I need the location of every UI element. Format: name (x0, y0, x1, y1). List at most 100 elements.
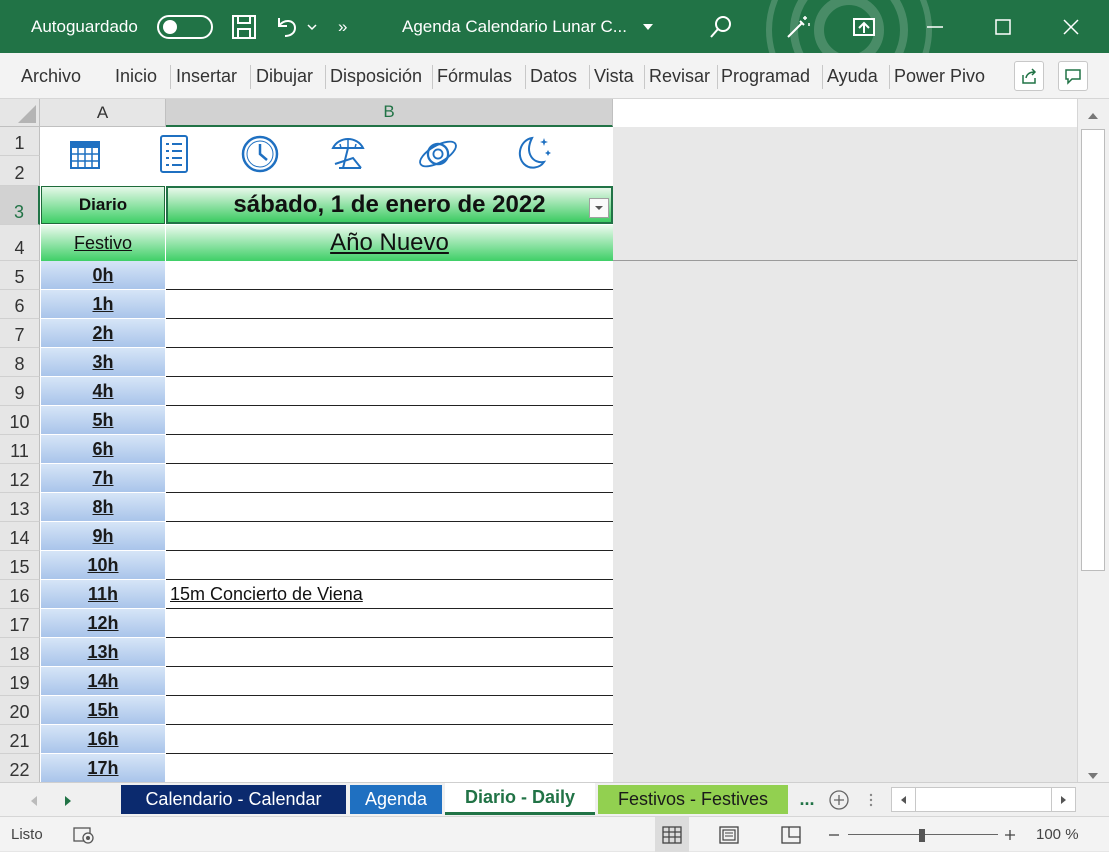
calendar-icon[interactable] (63, 132, 107, 176)
planet-icon[interactable] (416, 132, 460, 176)
hour-cell[interactable]: 5h (41, 406, 165, 435)
tabs-splitter-icon[interactable] (868, 792, 874, 813)
hour-cell[interactable]: 9h (41, 522, 165, 551)
beach-icon[interactable] (326, 132, 370, 176)
row-header[interactable]: 1 (0, 127, 40, 156)
tab-programador[interactable]: Programad (721, 53, 821, 99)
hour-cell[interactable]: 8h (41, 493, 165, 522)
sheet-tab-agenda[interactable]: Agenda (350, 785, 442, 814)
tab-datos[interactable]: Datos (530, 53, 586, 99)
entry-cell[interactable] (166, 725, 613, 754)
entry-cell[interactable] (166, 754, 613, 782)
magic-wand-icon[interactable] (784, 0, 812, 53)
tab-power-pivot[interactable]: Power Pivo (894, 53, 990, 99)
undo-icon[interactable] (273, 0, 301, 53)
document-title[interactable]: Agenda Calendario Lunar C... (402, 0, 627, 53)
scroll-thumb[interactable] (1081, 129, 1105, 571)
sheet-tab-diario[interactable]: Diario - Daily (445, 783, 595, 815)
date-selector-cell[interactable]: sábado, 1 de enero de 2022 (166, 186, 613, 224)
row-header[interactable]: 17 (0, 609, 40, 638)
entry-cell[interactable] (166, 406, 613, 435)
tab-ayuda[interactable]: Ayuda (827, 53, 887, 99)
hour-cell[interactable]: 13h (41, 638, 165, 667)
page-break-icon[interactable] (780, 817, 802, 852)
entry-cell[interactable] (166, 493, 613, 522)
entry-cell[interactable]: 15m Concierto de Viena (166, 580, 613, 609)
zoom-slider-thumb[interactable] (919, 828, 925, 842)
page-layout-icon[interactable] (718, 817, 740, 852)
diario-label[interactable]: Diario (41, 186, 165, 224)
clock-icon[interactable] (238, 132, 282, 176)
list-icon[interactable] (152, 132, 196, 176)
hour-cell[interactable]: 6h (41, 435, 165, 464)
title-dropdown-icon[interactable] (642, 0, 654, 53)
moon-stars-icon[interactable] (510, 132, 554, 176)
row-header[interactable]: 5 (0, 261, 40, 290)
holiday-name[interactable]: Año Nuevo (166, 225, 613, 261)
normal-view-icon[interactable] (655, 817, 689, 852)
comments-icon[interactable] (1058, 61, 1088, 91)
ribbon-display-icon[interactable] (852, 0, 876, 53)
tab-scroll-right-icon[interactable] (64, 794, 72, 812)
hour-cell[interactable]: 11h (41, 580, 165, 609)
row-header[interactable]: 2 (0, 156, 40, 186)
save-icon[interactable] (231, 0, 257, 53)
tab-archivo[interactable]: Archivo (21, 53, 93, 99)
entry-cell[interactable] (166, 290, 613, 319)
row-header[interactable]: 9 (0, 377, 40, 406)
hour-cell[interactable]: 7h (41, 464, 165, 493)
autosave-toggle[interactable] (157, 0, 213, 53)
row-header[interactable]: 11 (0, 435, 40, 464)
entry-cell[interactable] (166, 377, 613, 406)
hour-cell[interactable]: 15h (41, 696, 165, 725)
date-dropdown-icon[interactable] (589, 198, 609, 218)
row-header[interactable]: 13 (0, 493, 40, 522)
hour-cell[interactable]: 17h (41, 754, 165, 782)
sheet-tab-calendario[interactable]: Calendario - Calendar (121, 785, 346, 814)
row-header[interactable]: 8 (0, 348, 40, 377)
entry-cell[interactable] (166, 667, 613, 696)
entry-cell[interactable] (166, 551, 613, 580)
row-header[interactable]: 10 (0, 406, 40, 435)
entry-cell[interactable] (166, 464, 613, 493)
row-header[interactable]: 20 (0, 696, 40, 725)
row-header[interactable]: 18 (0, 638, 40, 667)
festivo-link[interactable]: Festivo (41, 225, 165, 261)
row-header[interactable]: 19 (0, 667, 40, 696)
row-header[interactable]: 15 (0, 551, 40, 580)
entry-cell[interactable] (166, 435, 613, 464)
column-header-b[interactable]: B (166, 99, 613, 127)
hour-cell[interactable]: 2h (41, 319, 165, 348)
row-header[interactable]: 7 (0, 319, 40, 348)
share-icon[interactable] (1014, 61, 1044, 91)
tab-disposicion[interactable]: Disposición (330, 53, 429, 99)
undo-dropdown-icon[interactable] (306, 0, 318, 53)
row-header[interactable]: 14 (0, 522, 40, 551)
zoom-level[interactable]: 100 % (1036, 817, 1079, 852)
row-header[interactable]: 12 (0, 464, 40, 493)
entry-cell[interactable] (166, 348, 613, 377)
maximize-icon[interactable] (993, 0, 1013, 53)
row-header[interactable]: 6 (0, 290, 40, 319)
entry-cell[interactable] (166, 261, 613, 290)
column-header-a[interactable]: A (40, 99, 166, 127)
entry-cell[interactable] (166, 522, 613, 551)
tab-scroll-left-icon[interactable] (30, 794, 38, 812)
hour-cell[interactable]: 4h (41, 377, 165, 406)
add-sheet-icon[interactable] (828, 789, 850, 816)
hscroll-left-icon[interactable] (892, 788, 916, 811)
more-commands-button[interactable]: » (338, 0, 347, 53)
select-all-corner[interactable] (0, 99, 40, 127)
tab-revisar[interactable]: Revisar (649, 53, 715, 99)
zoom-in-icon[interactable] (1004, 817, 1016, 852)
entry-cell[interactable] (166, 638, 613, 667)
spreadsheet-grid[interactable]: A B 1 2 3 4 5 6 7 8 9 10 11 12 13 14 15 … (0, 99, 1077, 782)
hour-cell[interactable]: 3h (41, 348, 165, 377)
tab-formulas[interactable]: Fórmulas (437, 53, 521, 99)
horizontal-scrollbar[interactable] (891, 787, 1076, 812)
tab-vista[interactable]: Vista (594, 53, 640, 99)
minimize-icon[interactable] (925, 0, 945, 53)
hour-cell[interactable]: 12h (41, 609, 165, 638)
row-header[interactable]: 22 (0, 754, 40, 782)
more-sheets-button[interactable]: ... (792, 785, 822, 814)
